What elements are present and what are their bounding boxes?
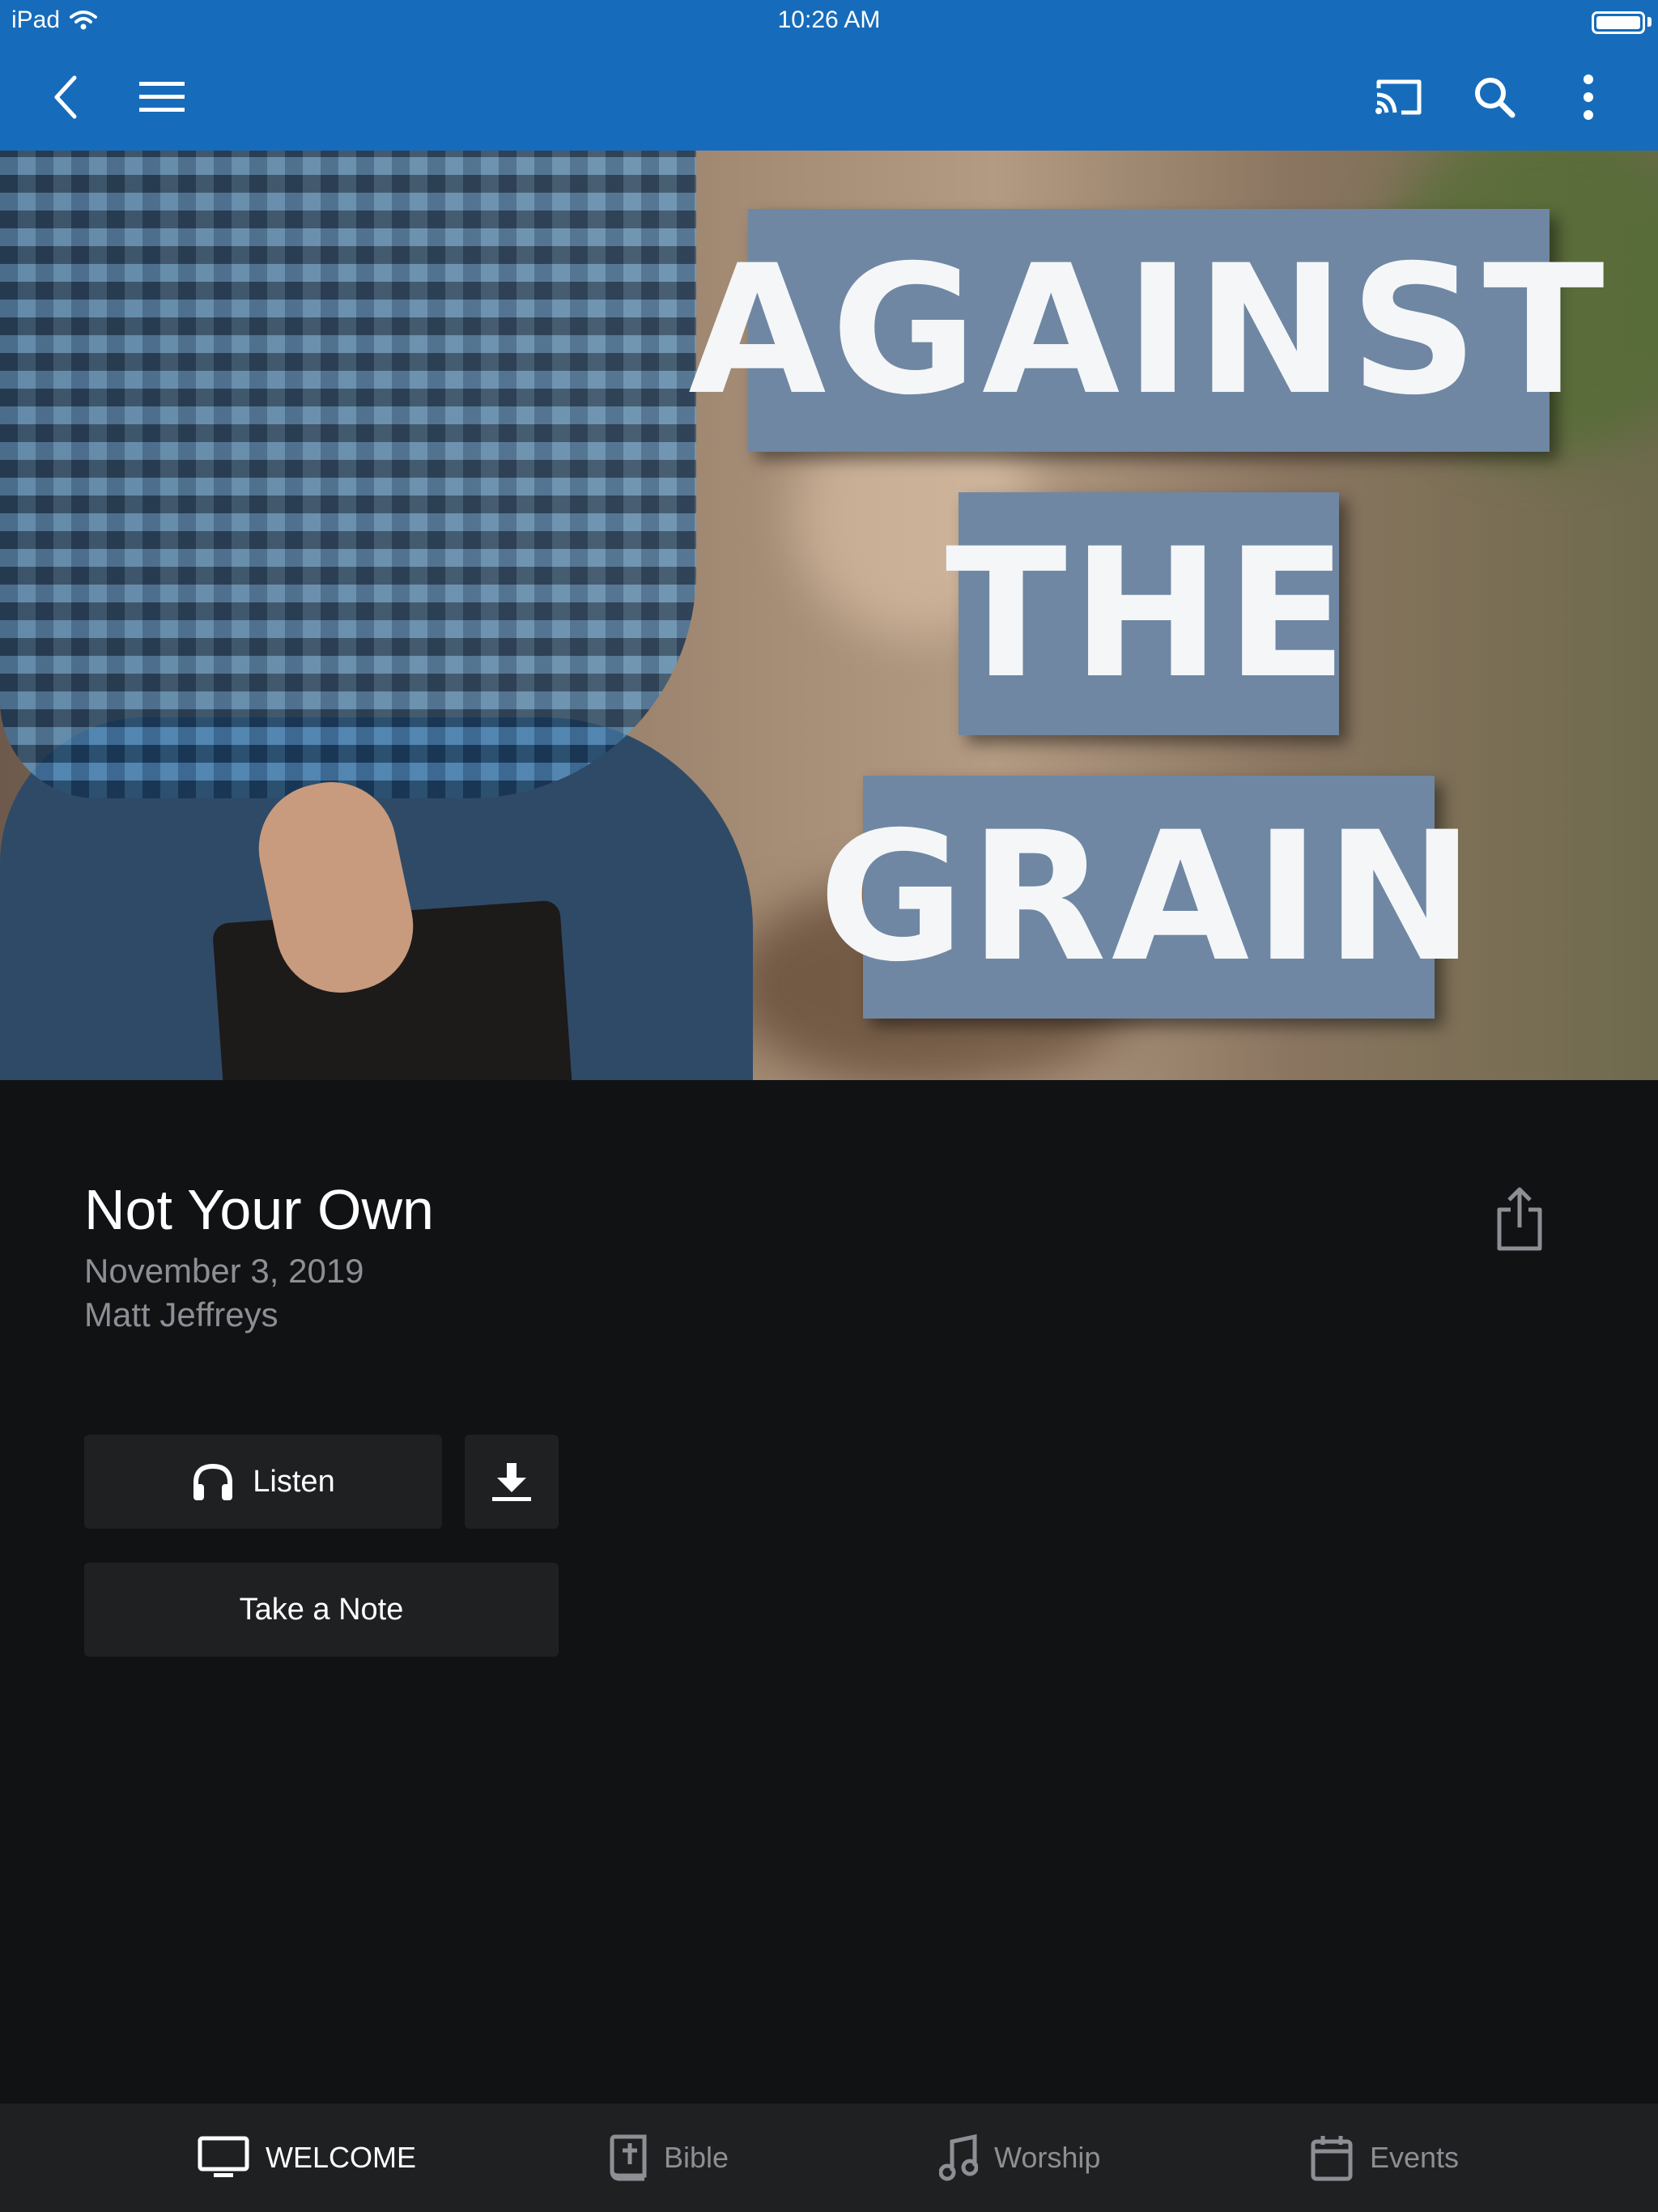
tab-bible[interactable]: Bible xyxy=(609,2131,729,2184)
tab-events[interactable]: Events xyxy=(1310,2131,1459,2184)
title-word-2: THE xyxy=(946,492,1347,735)
cast-icon xyxy=(1375,79,1422,115)
share-icon xyxy=(1497,1187,1542,1251)
calendar-icon xyxy=(1311,2136,1353,2181)
back-button[interactable] xyxy=(37,68,96,126)
tab-welcome[interactable]: WELCOME xyxy=(198,2131,416,2184)
sermon-title: Not Your Own xyxy=(84,1178,434,1241)
status-bar: iPad 10:26 AM xyxy=(0,0,1658,44)
headphones-icon xyxy=(193,1463,233,1500)
hamburger-menu-icon xyxy=(139,82,185,112)
chevron-left-icon xyxy=(54,75,77,119)
music-note-icon xyxy=(939,2133,978,2181)
bible-icon xyxy=(610,2134,647,2181)
take-note-button[interactable]: Take a Note xyxy=(84,1563,559,1657)
menu-button[interactable] xyxy=(133,68,191,126)
battery-icon xyxy=(1592,11,1645,34)
title-word-3: GRAIN xyxy=(818,776,1474,1019)
tab-welcome-label: WELCOME xyxy=(266,2141,417,2174)
sermon-detail: Not Your Own November 3, 2019 Matt Jeffr… xyxy=(0,1080,1658,2104)
tab-bible-label: Bible xyxy=(664,2141,729,2174)
more-options-button[interactable] xyxy=(1559,68,1618,126)
title-word-1: AGAINST xyxy=(688,209,1605,452)
person-shirt xyxy=(0,151,696,798)
battery-tip xyxy=(1647,17,1652,27)
sermon-speaker: Matt Jeffreys xyxy=(84,1295,278,1334)
download-icon xyxy=(492,1463,531,1501)
monitor-icon xyxy=(198,2136,249,2177)
share-button[interactable] xyxy=(1491,1185,1548,1253)
take-note-label: Take a Note xyxy=(239,1592,404,1627)
more-vertical-icon xyxy=(1584,74,1593,120)
search-icon xyxy=(1475,78,1516,118)
listen-button[interactable]: Listen xyxy=(84,1435,442,1529)
tab-worship-label: Worship xyxy=(994,2141,1101,2174)
listen-label: Listen xyxy=(253,1464,335,1499)
cast-button[interactable] xyxy=(1370,68,1428,126)
tab-worship[interactable]: Worship xyxy=(939,2131,1100,2184)
toolbar xyxy=(0,44,1658,151)
status-time: 10:26 AM xyxy=(777,6,881,33)
download-button[interactable] xyxy=(465,1435,559,1529)
sermon-series-artwork: AGAINST THE GRAIN xyxy=(0,151,1658,1080)
bottom-tab-bar: WELCOME Bible Worship Events xyxy=(0,2104,1658,2212)
sermon-date: November 3, 2019 xyxy=(84,1252,364,1290)
tab-events-label: Events xyxy=(1370,2141,1460,2174)
search-button[interactable] xyxy=(1465,68,1524,126)
